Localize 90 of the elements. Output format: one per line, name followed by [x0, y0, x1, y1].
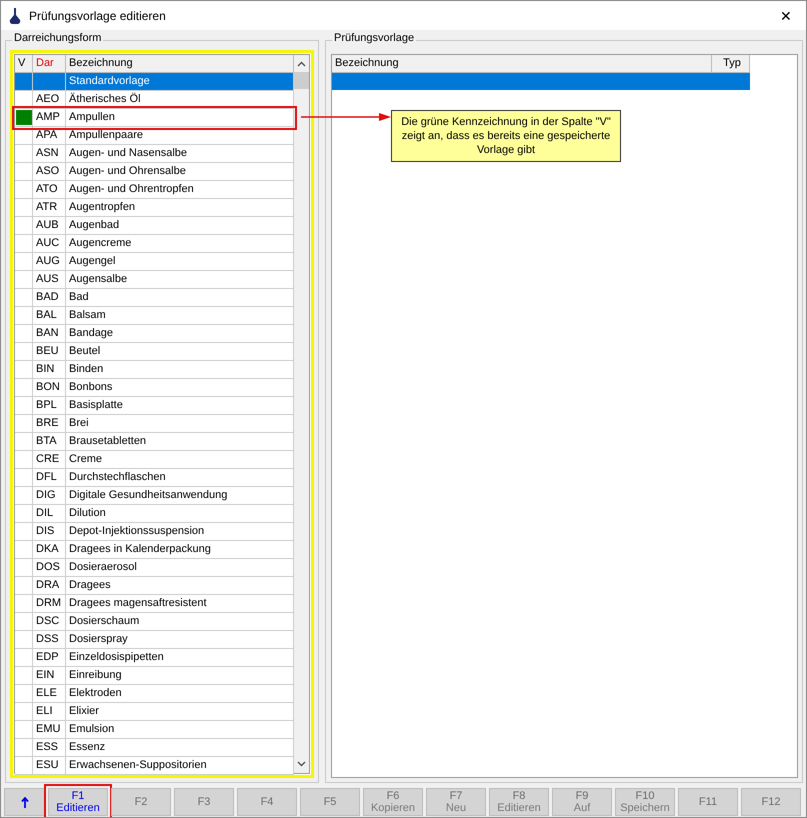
- table-row[interactable]: BPL Basisplatte: [15, 397, 294, 415]
- table-row[interactable]: DIL Dilution: [15, 505, 294, 523]
- table-row[interactable]: BIN Binden: [15, 361, 294, 379]
- table-row[interactable]: ELI Elixier: [15, 703, 294, 721]
- table-row[interactable]: BTA Brausetabletten: [15, 433, 294, 451]
- table-cell: DIG: [33, 487, 66, 504]
- table-cell: AMP: [33, 109, 66, 126]
- scroll-up-icon[interactable]: [297, 61, 306, 67]
- table-row[interactable]: DSC Dosierschaum: [15, 613, 294, 631]
- table-row[interactable]: DKA Dragees in Kalenderpackung: [15, 541, 294, 559]
- table-cell: APA: [33, 127, 66, 144]
- column-header[interactable]: Dar: [33, 55, 66, 72]
- table-row[interactable]: DIS Depot-Injektionssuspension: [15, 523, 294, 541]
- table-row[interactable]: BEU Beutel: [15, 343, 294, 361]
- table-cell: EIN: [33, 667, 66, 684]
- group-title: Prüfungsvorlage: [332, 32, 416, 44]
- table-row[interactable]: AUC Augencreme: [15, 235, 294, 253]
- table-cell: ASN: [33, 145, 66, 162]
- close-button[interactable]: ✕: [766, 1, 806, 30]
- table-row[interactable]: BAN Bandage: [15, 325, 294, 343]
- up-button[interactable]: [4, 788, 45, 816]
- table-cell: DKA: [33, 541, 66, 558]
- table-cell: DRA: [33, 577, 66, 594]
- table-row[interactable]: ATR Augentropfen: [15, 199, 294, 217]
- group-title: Darreichungsform: [12, 32, 104, 44]
- table-cell: DSS: [33, 631, 66, 648]
- table-row[interactable]: DRM Dragees magensaftresistent: [15, 595, 294, 613]
- table-cell: BIN: [33, 361, 66, 378]
- table-cell: ESU: [33, 757, 66, 774]
- table-row[interactable]: DFL Durchstechflaschen: [15, 469, 294, 487]
- table-cell: CRE: [33, 451, 66, 468]
- table-row[interactable]: EIN Einreibung: [15, 667, 294, 685]
- up-arrow-icon: [20, 796, 28, 808]
- table-cell: BAD: [33, 289, 66, 306]
- table-cell: BRE: [33, 415, 66, 432]
- table-cell: ASO: [33, 163, 66, 180]
- table-row[interactable]: BAD Bad: [15, 289, 294, 307]
- table-cell: DRM: [33, 595, 66, 612]
- table-cell: AUS: [33, 271, 66, 288]
- table-cell: DIL: [33, 505, 66, 522]
- table-row[interactable]: CRE Creme: [15, 451, 294, 469]
- table-cell: BAN: [33, 325, 66, 342]
- table-cell: BEU: [33, 343, 66, 360]
- callout-note: Die grüne Kennzeichnung in der Spalte "V" zeigt an, dass es bereits eine gespeicherte Vorlage gibt: [391, 110, 621, 162]
- column-header[interactable]: V: [15, 55, 33, 72]
- scroll-thumb[interactable]: [294, 72, 309, 89]
- table-cell: EMU: [33, 721, 66, 738]
- table-row[interactable]: BRE Brei: [15, 415, 294, 433]
- table-cell: BTA: [33, 433, 66, 450]
- table-row[interactable]: BON Bonbons: [15, 379, 294, 397]
- table-row[interactable]: AUS Augensalbe: [15, 271, 294, 289]
- table-cell: ATO: [33, 181, 66, 198]
- table-row[interactable]: EDP Einzeldosispipetten: [15, 649, 294, 667]
- table-row[interactable]: AMP Ampullen: [15, 109, 294, 127]
- table-row[interactable]: Standardvorlage: [15, 73, 294, 91]
- table-row[interactable]: AUG Augengel: [15, 253, 294, 271]
- table-cell: ELE: [33, 685, 66, 702]
- table-row[interactable]: AUB Augenbad: [15, 217, 294, 235]
- table-row[interactable]: DSS Dosierspray: [15, 631, 294, 649]
- table-cell: ELI: [33, 703, 66, 720]
- table-row[interactable]: DOS Dosieraerosol: [15, 559, 294, 577]
- table-cell: BON: [33, 379, 66, 396]
- table-cell: DFL: [33, 469, 66, 486]
- table-cell: DSC: [33, 613, 66, 630]
- table-cell: BPL: [33, 397, 66, 414]
- table-cell: ESS: [33, 739, 66, 756]
- table-cell: AUC: [33, 235, 66, 252]
- column-header[interactable]: Bezeichnung: [332, 55, 712, 72]
- table-cell: DOS: [33, 559, 66, 576]
- window-title: Prüfungsvorlage editieren: [29, 8, 166, 22]
- flask-icon: [9, 8, 21, 24]
- table-cell: AUG: [33, 253, 66, 270]
- table-cell: EDP: [33, 649, 66, 666]
- table-row[interactable]: ASO Augen- und Ohrensalbe: [15, 163, 294, 181]
- table-row[interactable]: ELE Elektroden: [15, 685, 294, 703]
- table-row[interactable]: BAL Balsam: [15, 307, 294, 325]
- table-cell: AUB: [33, 217, 66, 234]
- table-row[interactable]: ESU Erwachsenen-Suppositorien: [15, 757, 294, 775]
- table-row[interactable]: DIG Digitale Gesundheitsanwendung: [15, 487, 294, 505]
- table-cell: BAL: [33, 307, 66, 324]
- scroll-down-icon[interactable]: [297, 761, 306, 767]
- table-cell: ATR: [33, 199, 66, 216]
- table-row[interactable]: EMU Emulsion: [15, 721, 294, 739]
- table-row[interactable]: ASN Augen- und Nasensalbe: [15, 145, 294, 163]
- column-header[interactable]: Typ: [712, 55, 750, 72]
- table-row[interactable]: ATO Augen- und Ohrentropfen: [15, 181, 294, 199]
- table-row[interactable]: ESS Essenz: [15, 739, 294, 757]
- table-cell: DIS: [33, 523, 66, 540]
- table-row[interactable]: DRA Dragees: [15, 577, 294, 595]
- scrollbar[interactable]: [294, 55, 309, 773]
